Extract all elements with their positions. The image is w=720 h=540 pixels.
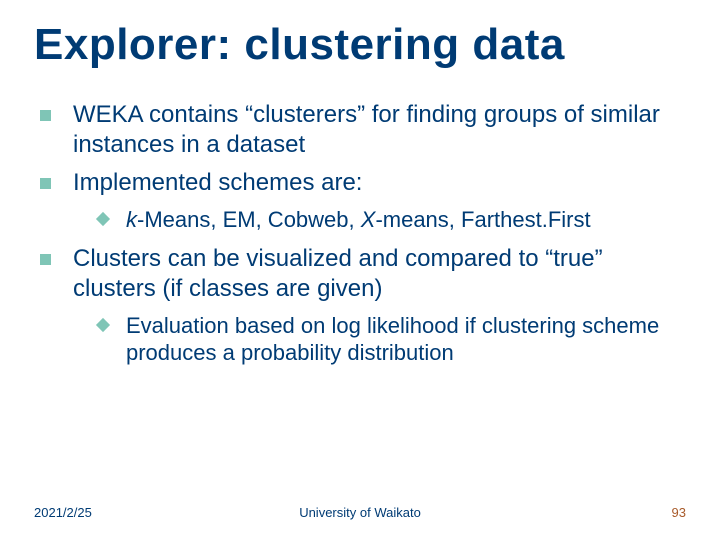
bullet-level2: Evaluation based on log likelihood if cl… (98, 312, 684, 367)
footer-page-number: 93 (672, 505, 686, 520)
square-bullet-icon (40, 110, 51, 121)
footer-org: University of Waikato (34, 505, 686, 520)
bullet-level1: Implemented schemes are: (36, 168, 684, 198)
italic-text: X (361, 207, 376, 232)
italic-text: k (126, 207, 137, 232)
plain-text: -means, Farthest.First (375, 207, 590, 232)
bullet-text: Evaluation based on log likelihood if cl… (126, 312, 684, 367)
bullet-level2: k-Means, EM, Cobweb, X-means, Farthest.F… (98, 206, 684, 234)
slide-body: WEKA contains “clusterers” for finding g… (36, 100, 684, 377)
bullet-text: k-Means, EM, Cobweb, X-means, Farthest.F… (126, 206, 684, 234)
diamond-bullet-icon (96, 212, 110, 226)
square-bullet-icon (40, 178, 51, 189)
slide-title: Explorer: clustering data (34, 20, 686, 70)
bullet-text: WEKA contains “clusterers” for finding g… (73, 100, 684, 160)
bullet-level1: WEKA contains “clusterers” for finding g… (36, 100, 684, 160)
bullet-text: Implemented schemes are: (73, 168, 684, 198)
bullet-level1: Clusters can be visualized and compared … (36, 244, 684, 304)
slide: Explorer: clustering data WEKA contains … (0, 0, 720, 540)
plain-text: -Means, EM, Cobweb, (137, 207, 361, 232)
diamond-bullet-icon (96, 317, 110, 331)
bullet-text: Clusters can be visualized and compared … (73, 244, 684, 304)
square-bullet-icon (40, 254, 51, 265)
